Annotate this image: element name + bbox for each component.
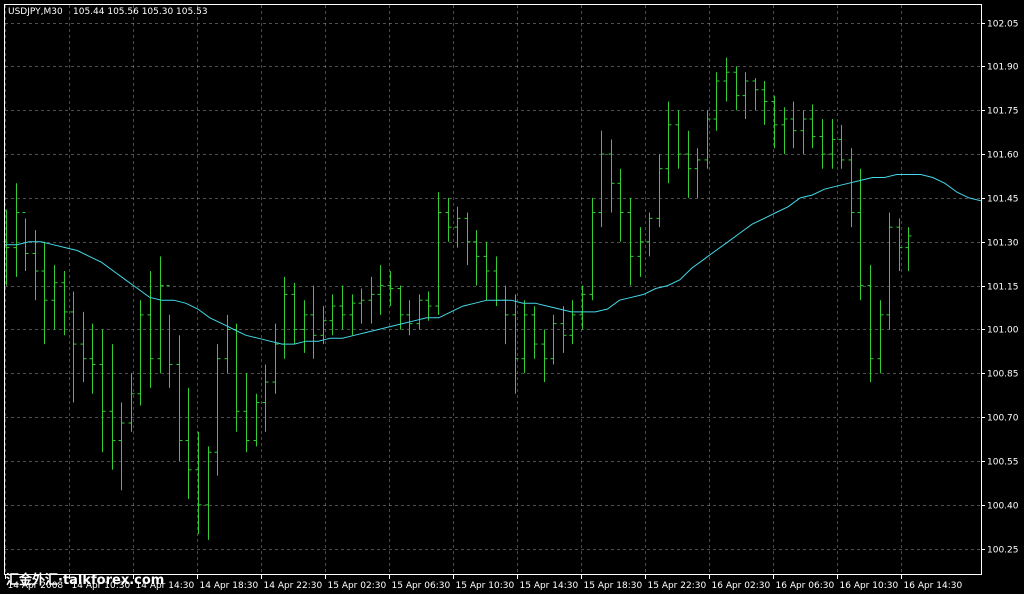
- time-tick-label: 15 Apr 22:30: [648, 581, 707, 591]
- price-tick-label: 101.75: [987, 107, 1019, 117]
- price-chart[interactable]: 102.05 101.90 101.75 101.60 101.45 101.30 101.…: [0, 0, 1024, 594]
- time-tick-label: 14 Apr 18:30: [200, 581, 259, 591]
- price-tick-label: 101.30: [987, 239, 1019, 249]
- symbol-timeframe: USDJPY,M30: [8, 7, 63, 17]
- time-tick-label: 16 Apr 10:30: [840, 581, 899, 591]
- time-tick-label: 16 Apr 14:30: [904, 581, 963, 591]
- ohlc-values: 105.44 105.56 105.30 105.53: [73, 7, 208, 17]
- price-tick-label: 100.85: [987, 370, 1019, 380]
- price-tick-label: 102.05: [987, 20, 1019, 30]
- price-tick-label: 101.15: [987, 283, 1019, 293]
- price-tick-label: 101.45: [987, 195, 1019, 205]
- price-tick-label: 100.40: [987, 502, 1019, 512]
- price-tick-label: 100.25: [987, 546, 1019, 556]
- time-tick-label: 15 Apr 18:30: [584, 581, 643, 591]
- price-tick-label: 101.00: [987, 326, 1019, 336]
- time-tick-label: 16 Apr 02:30: [712, 581, 771, 591]
- price-tick-label: 100.70: [987, 414, 1019, 424]
- time-tick-label: 14 Apr 22:30: [264, 581, 323, 591]
- time-tick-label: 15 Apr 14:30: [520, 581, 579, 591]
- time-tick-label: 15 Apr 06:30: [392, 581, 451, 591]
- time-tick-label: 16 Apr 06:30: [776, 581, 835, 591]
- price-tick-label: 101.90: [987, 63, 1019, 73]
- time-tick-label: 15 Apr 10:30: [456, 581, 515, 591]
- time-tick-label: 15 Apr 02:30: [328, 581, 387, 591]
- price-tick-label: 100.55: [987, 458, 1019, 468]
- price-tick-label: 101.60: [987, 151, 1019, 161]
- watermark-text: 汇金外汇·talkforex.com: [6, 572, 164, 588]
